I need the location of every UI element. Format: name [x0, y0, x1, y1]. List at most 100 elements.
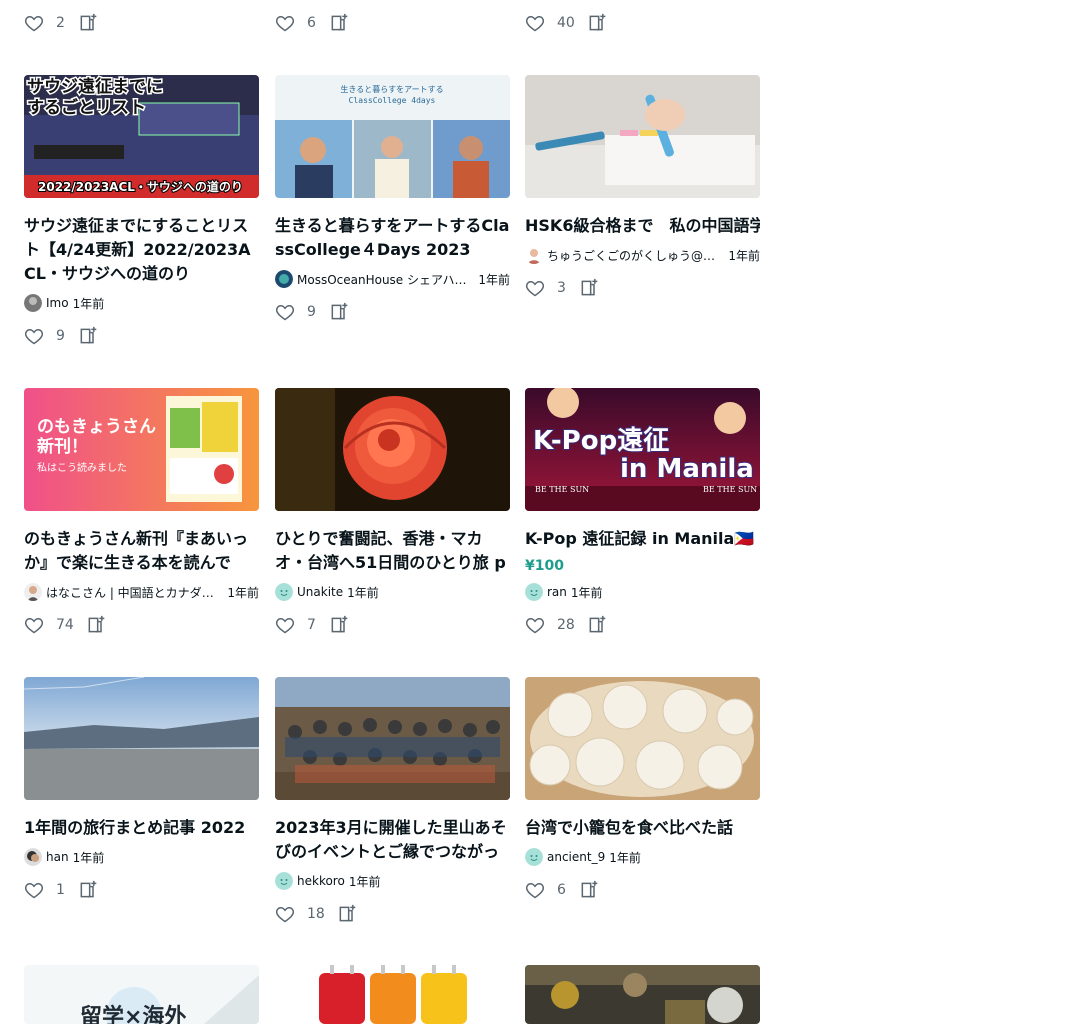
heart-icon[interactable]: [525, 615, 545, 635]
heart-icon[interactable]: [525, 13, 545, 33]
published-time: 1年前: [72, 850, 105, 865]
avatar: [525, 246, 543, 264]
author-name: MossOceanHouse シェアハウスとクラスカレッジ: [297, 272, 479, 287]
published-time: 1年前: [347, 585, 379, 600]
card-actions: 6: [275, 11, 349, 35]
avatar: [525, 848, 543, 866]
article-thumbnail[interactable]: サウジ遠征までに するごとリスト 2022/2023ACL・サウジへの道のり: [24, 75, 259, 198]
article-thumbnail[interactable]: [525, 677, 760, 800]
author-name: Unakite: [297, 585, 344, 599]
published-time: 1年前: [227, 585, 259, 600]
article-title[interactable]: 台湾で小籠包を食べ比べた話: [525, 816, 760, 840]
card-actions: 74: [24, 613, 106, 637]
article-title[interactable]: K-Pop 遠征記録 in Manila🇵🇭: [525, 527, 760, 551]
like-count: 7: [307, 617, 316, 633]
like-count: 1: [56, 882, 65, 898]
author-name: はなこさん | 中国語とカナダ移住の毎日と雑記と日常: [46, 585, 224, 600]
card-actions: 40: [525, 11, 607, 35]
thumb-line-2: ClassCollege 4days: [349, 96, 436, 105]
article-thumbnail[interactable]: [275, 388, 510, 511]
heart-icon[interactable]: [24, 13, 44, 33]
like-count: 28: [557, 617, 575, 633]
article-thumbnail[interactable]: K-Pop遠征 in Manila BE THE SUN BE THE SUN: [525, 388, 760, 511]
article-thumbnail[interactable]: [275, 677, 510, 800]
author-name: han: [46, 850, 69, 864]
article-thumbnail[interactable]: [24, 677, 259, 800]
article-thumbnail[interactable]: [275, 965, 510, 1024]
author-line[interactable]: ran 1年前: [525, 582, 760, 602]
add-to-magazine-icon[interactable]: [329, 13, 349, 33]
article-title[interactable]: 1年間の旅行まとめ記事 2022: [24, 816, 259, 840]
add-to-magazine-icon[interactable]: [78, 880, 98, 900]
author-line[interactable]: はなこさん | 中国語とカナダ移住の毎日と雑記と日常 1年前: [24, 582, 259, 602]
avatar: [275, 583, 293, 601]
article-thumbnail[interactable]: のもきょうさん 新刊！ 私はこう読みました: [24, 388, 259, 511]
add-to-magazine-icon[interactable]: [329, 302, 349, 322]
author-name: ancient_9: [547, 850, 606, 864]
like-count: 2: [56, 15, 65, 31]
author-line[interactable]: Imo 1年前: [24, 293, 259, 313]
like-count: 3: [557, 280, 566, 296]
heart-icon[interactable]: [275, 302, 295, 322]
thumb-line-2: 新刊！: [37, 436, 88, 457]
like-count: 40: [557, 15, 575, 31]
card-actions: 7: [275, 613, 349, 637]
article-title[interactable]: のもきょうさん新刊『まあいっか』で楽に生きる本を読んで: [24, 527, 259, 575]
add-to-magazine-icon[interactable]: [587, 13, 607, 33]
author-name: ちゅうごくごのがくしゅう@中国語学習: [547, 248, 724, 263]
like-count: 9: [56, 328, 65, 344]
thumb-line-4: BE THE SUN: [703, 485, 757, 494]
thumb-line-1: K-Pop遠征: [533, 426, 669, 456]
author-line[interactable]: Unakite 1年前: [275, 582, 510, 602]
article-title[interactable]: 生きると暮らすをアートするClassCollege４Days 2023: [275, 214, 510, 262]
article-thumbnail[interactable]: [525, 965, 760, 1024]
author-line[interactable]: ancient_9 1年前: [525, 847, 760, 867]
card-actions: 9: [24, 324, 98, 348]
card-actions: 1: [24, 878, 98, 902]
card-actions: 28: [525, 613, 607, 637]
avatar: [24, 848, 42, 866]
add-to-magazine-icon[interactable]: [587, 615, 607, 635]
thumb-line-3: BE THE SUN: [535, 485, 589, 494]
add-to-magazine-icon[interactable]: [579, 278, 599, 298]
article-thumbnail[interactable]: [525, 75, 760, 198]
heart-icon[interactable]: [24, 880, 44, 900]
published-time: 1年前: [72, 296, 105, 311]
price-tag: ¥100: [525, 558, 564, 574]
heart-icon[interactable]: [525, 278, 545, 298]
heart-icon[interactable]: [275, 615, 295, 635]
heart-icon[interactable]: [24, 326, 44, 346]
article-title[interactable]: ひとりで奮闘記、香港・マカオ・台湾へ51日間のひとり旅 part.1: [275, 527, 510, 575]
add-to-magazine-icon[interactable]: [329, 615, 349, 635]
thumb-line-1: 生きると暮らすをアートする: [340, 84, 443, 94]
article-thumbnail[interactable]: 生きると暮らすをアートする ClassCollege 4days: [275, 75, 510, 198]
article-title[interactable]: 2023年3月に開催した里山あそびのイベントとご縁でつながった人たちの記録: [275, 816, 510, 864]
thumb-line-1: サウジ遠征までに: [27, 76, 163, 97]
add-to-magazine-icon[interactable]: [78, 13, 98, 33]
heart-icon[interactable]: [275, 904, 295, 924]
avatar: [525, 583, 543, 601]
author-line[interactable]: han 1年前: [24, 847, 259, 867]
article-thumbnail[interactable]: 留学×海外: [24, 965, 259, 1024]
add-to-magazine-icon[interactable]: [337, 904, 357, 924]
heart-icon[interactable]: [525, 880, 545, 900]
author-line[interactable]: ちゅうごくごのがくしゅう@中国語学習 1年前: [525, 245, 760, 265]
author-name: hekkoro: [297, 874, 345, 888]
article-title[interactable]: サウジ遠征までにすることリスト【4/24更新】2022/2023ACL・サウジへ…: [24, 214, 259, 286]
heart-icon[interactable]: [275, 13, 295, 33]
add-to-magazine-icon[interactable]: [579, 880, 599, 900]
card-actions: 3: [525, 276, 599, 300]
published-time: 1年前: [728, 248, 760, 263]
like-count: 74: [56, 617, 74, 633]
add-to-magazine-icon[interactable]: [78, 326, 98, 346]
thumb-line-3: 私はこう読みました: [37, 461, 127, 474]
heart-icon[interactable]: [24, 615, 44, 635]
author-line[interactable]: hekkoro 1年前: [275, 871, 510, 891]
thumb-line-1: のもきょうさん: [37, 417, 156, 437]
author-line[interactable]: MossOceanHouse シェアハウスとクラスカレッジ 1年前: [275, 269, 510, 289]
author-name: ran: [547, 585, 567, 599]
avatar: [275, 872, 293, 890]
article-title[interactable]: HSK6級合格まで 私の中国語学習法: [525, 214, 760, 238]
published-time: 1年前: [609, 850, 641, 865]
add-to-magazine-icon[interactable]: [86, 615, 106, 635]
